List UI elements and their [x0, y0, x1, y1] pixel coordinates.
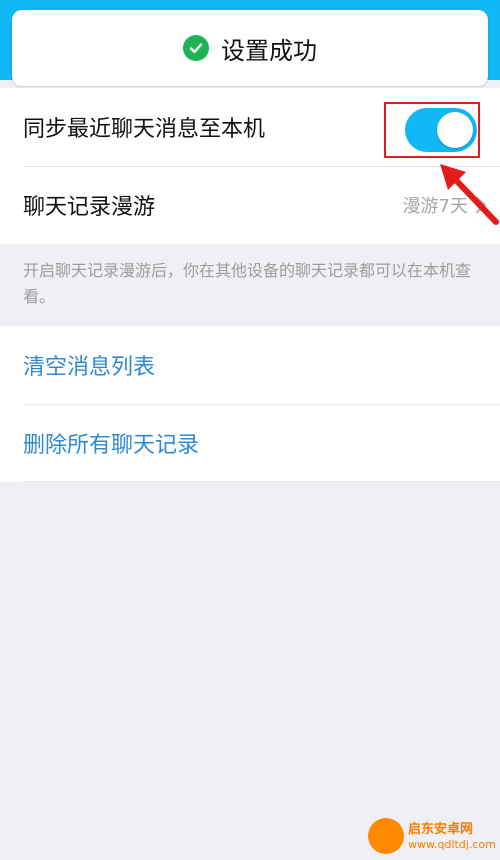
success-toast: 设置成功: [12, 10, 488, 86]
chat-roaming-row[interactable]: 聊天记录漫游 漫游7天: [0, 166, 500, 244]
clear-message-list-row[interactable]: 清空消息列表: [0, 326, 500, 404]
sync-recent-messages-row[interactable]: 同步最近聊天消息至本机: [0, 88, 500, 166]
watermark-title: 启东安卓网: [408, 822, 474, 837]
actions-group: 清空消息列表 删除所有聊天记录: [0, 326, 500, 482]
chat-roaming-label: 聊天记录漫游: [23, 195, 156, 220]
toggle-knob: [437, 112, 473, 148]
delete-all-records-row[interactable]: 删除所有聊天记录: [0, 404, 500, 482]
red-arrow-annotation: [440, 164, 499, 225]
site-watermark: 启东安卓网 www.qdltdj.com: [368, 814, 496, 858]
watermark-url: www.qdltdj.com: [408, 838, 496, 851]
sync-toggle-switch[interactable]: [405, 108, 477, 152]
delete-all-records-button[interactable]: 删除所有聊天记录: [23, 427, 199, 459]
roaming-description: 开启聊天记录漫游后，你在其他设备的聊天记录都可以在本机查看。: [23, 261, 472, 306]
chat-settings-group: 同步最近聊天消息至本机 聊天记录漫游 漫游7天: [0, 88, 500, 244]
check-circle-icon: [183, 35, 209, 61]
row-divider: [23, 481, 500, 482]
sync-recent-messages-label: 同步最近聊天消息至本机: [23, 117, 266, 142]
watermark-logo-icon: [368, 818, 404, 854]
toast-message: 设置成功: [221, 36, 317, 65]
clear-message-list-button[interactable]: 清空消息列表: [23, 349, 155, 381]
